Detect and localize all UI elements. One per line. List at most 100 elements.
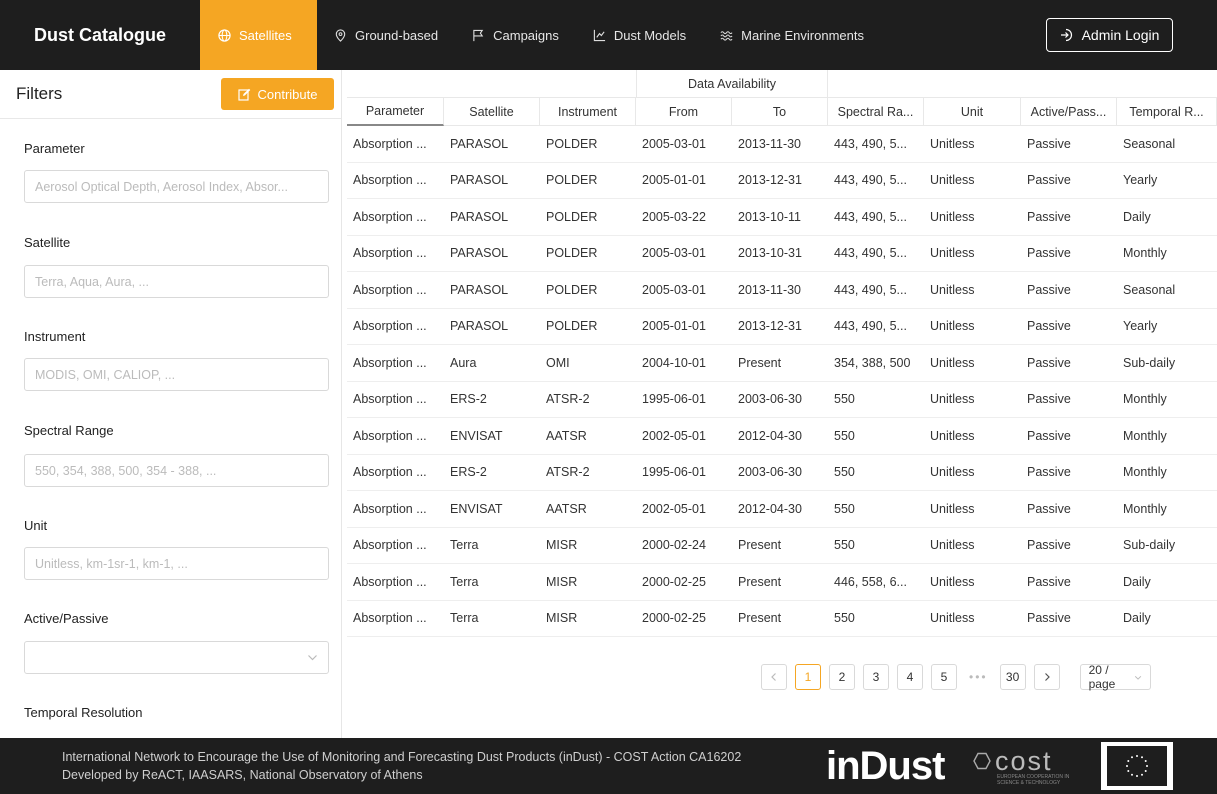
cell-from: 2005-01-01	[642, 319, 706, 334]
table-row[interactable]: Absorption ... PARASOL POLDER 2005-03-01 201…	[347, 126, 1217, 163]
cell-satellite: PARASOL	[450, 246, 509, 261]
table-row[interactable]: Absorption ... ENVISAT AATSR 2002-05-01 2012…	[347, 491, 1217, 528]
table-row[interactable]: Absorption ... ENVISAT AATSR 2002-05-01 2012…	[347, 418, 1217, 455]
cell-temporal-resolution: Seasonal	[1123, 282, 1176, 297]
parameter-input[interactable]: Aerosol Optical Depth, Aerosol Index, Ab…	[24, 170, 329, 203]
brand-title[interactable]: Dust Catalogue	[0, 0, 200, 70]
eu-stars-icon	[1107, 746, 1167, 786]
page-button-3[interactable]: 3	[863, 664, 889, 690]
cell-unit: Unitless	[930, 136, 975, 151]
cell-unit: Unitless	[930, 501, 975, 516]
nav-campaigns-label: Campaigns	[493, 27, 559, 43]
footer: International Network to Encourage the U…	[0, 738, 1217, 794]
cost-hexagon-icon	[973, 752, 991, 770]
cell-instrument: POLDER	[546, 173, 598, 188]
cell-temporal-resolution: Monthly	[1123, 246, 1167, 261]
cell-temporal-resolution: Monthly	[1123, 501, 1167, 516]
page-button-last[interactable]: 30	[999, 664, 1026, 690]
table-row[interactable]: Absorption ... PARASOL POLDER 2005-03-01 201…	[347, 236, 1217, 272]
filters-title: Filters	[16, 84, 63, 103]
table-header-row: Parameter Satellite Instrument From To S…	[347, 98, 1217, 126]
page-ellipsis[interactable]: •••	[965, 664, 992, 690]
cell-from: 2000-02-25	[642, 574, 706, 589]
page-button-1[interactable]: 1	[795, 664, 821, 690]
cell-temporal-resolution: Daily	[1123, 574, 1151, 589]
nav-campaigns[interactable]: Campaigns	[455, 0, 576, 70]
cell-instrument: POLDER	[546, 209, 598, 224]
cell-active-passive: Passive	[1027, 136, 1071, 151]
column-header-instrument[interactable]: Instrument	[540, 98, 636, 126]
cell-spectral-range: 550	[834, 465, 855, 480]
column-header-active-passive[interactable]: Active/Pass...	[1021, 98, 1117, 126]
column-header-temporal-resolution[interactable]: Temporal R...	[1117, 98, 1217, 126]
cell-satellite: Terra	[450, 574, 479, 589]
cell-satellite: PARASOL	[450, 319, 509, 334]
spectral-range-input[interactable]: 550, 354, 388, 500, 354 - 388, ...	[24, 454, 329, 487]
cell-instrument: MISR	[546, 574, 578, 589]
cell-parameter: Absorption ...	[353, 574, 427, 589]
table-row[interactable]: Absorption ... Aura OMI 2004-10-01 Present 35…	[347, 345, 1217, 382]
filter-label-satellite: Satellite	[24, 235, 71, 250]
cell-from: 2005-01-01	[642, 173, 706, 188]
cell-spectral-range: 550	[834, 538, 855, 553]
next-page-button[interactable]	[1033, 664, 1060, 690]
cell-unit: Unitless	[930, 574, 975, 589]
contribute-button[interactable]: Contribute	[221, 78, 334, 110]
indust-logo: inDust	[826, 744, 945, 788]
cell-spectral-range: 550	[834, 392, 855, 407]
table-row[interactable]: Absorption ... PARASOL POLDER 2005-01-01 201…	[347, 163, 1217, 199]
nav-marine-environments[interactable]: Marine Environments	[703, 0, 881, 70]
admin-login-button[interactable]: Admin Login	[1046, 18, 1173, 52]
cell-parameter: Absorption ...	[353, 355, 427, 370]
page-button-2[interactable]: 2	[829, 664, 855, 690]
cell-temporal-resolution: Yearly	[1123, 319, 1158, 334]
cell-parameter: Absorption ...	[353, 538, 427, 553]
column-header-unit[interactable]: Unit	[924, 98, 1021, 126]
cell-active-passive: Passive	[1027, 501, 1071, 516]
nav-satellites[interactable]: Satellites	[200, 0, 317, 70]
cell-parameter: Absorption ...	[353, 209, 427, 224]
cell-active-passive: Passive	[1027, 611, 1071, 626]
page-button-4[interactable]: 4	[897, 664, 923, 690]
cell-to: 2013-12-31	[738, 319, 802, 334]
cell-parameter: Absorption ...	[353, 136, 427, 151]
cell-to: Present	[738, 538, 782, 553]
column-header-from[interactable]: From	[636, 98, 732, 126]
cell-temporal-resolution: Daily	[1123, 611, 1151, 626]
cost-logo: cost EUROPEAN COOPERATION IN SCIENCE & T…	[973, 746, 1081, 786]
column-header-to[interactable]: To	[732, 98, 828, 126]
table-row[interactable]: Absorption ... PARASOL POLDER 2005-03-01 201…	[347, 272, 1217, 309]
cell-unit: Unitless	[930, 209, 975, 224]
table-row[interactable]: Absorption ...ERS-2ATSR-21995-06-012003-…	[347, 637, 1217, 649]
table-row[interactable]: Absorption ... Terra MISR 2000-02-24 Present…	[347, 528, 1217, 564]
unit-input[interactable]: Unitless, km-1sr-1, km-1, ...	[24, 547, 329, 580]
column-header-spectral-range[interactable]: Spectral Ra...	[828, 98, 924, 126]
table-row[interactable]: Absorption ... PARASOL POLDER 2005-01-01 201…	[347, 309, 1217, 345]
cell-spectral-range: 443, 490, 5...	[834, 209, 907, 224]
cell-satellite: Aura	[450, 355, 477, 370]
instrument-input[interactable]: MODIS, OMI, CALIOP, ...	[24, 358, 329, 391]
nav-ground-based[interactable]: Ground-based	[317, 0, 455, 70]
table-row[interactable]: Absorption ...ERS-2ATSR-21995-06-012003-…	[347, 382, 1217, 418]
column-header-satellite[interactable]: Satellite	[444, 98, 540, 126]
page-size-select[interactable]: 20 / page	[1079, 663, 1151, 691]
active-passive-select[interactable]	[24, 641, 329, 674]
filter-label-parameter: Parameter	[24, 141, 85, 156]
flag-icon	[473, 29, 484, 41]
prev-page-button[interactable]	[761, 664, 787, 690]
table-row[interactable]: Absorption ...ERS-2ATSR-21995-06-012003-…	[347, 455, 1217, 491]
cell-unit: Unitless	[930, 465, 975, 480]
filter-label-spectral-range: Spectral Range	[24, 423, 114, 438]
table-row[interactable]: Absorption ... Terra MISR 2000-02-25 Present…	[347, 564, 1217, 601]
cell-active-passive: Passive	[1027, 246, 1071, 261]
cell-spectral-range: 354, 388, 500	[834, 355, 911, 370]
satellite-input[interactable]: Terra, Aqua, Aura, ...	[24, 265, 329, 298]
table-row[interactable]: Absorption ... Terra MISR 2000-02-25 Present…	[347, 601, 1217, 637]
cell-to: 2012-04-30	[738, 428, 802, 443]
cell-satellite: Terra	[450, 611, 479, 626]
cell-active-passive: Passive	[1027, 465, 1071, 480]
column-header-parameter[interactable]: Parameter	[347, 98, 444, 126]
table-row[interactable]: Absorption ... PARASOL POLDER 2005-03-22 201…	[347, 199, 1217, 236]
nav-dust-models[interactable]: Dust Models	[576, 0, 703, 70]
page-button-5[interactable]: 5	[931, 664, 957, 690]
